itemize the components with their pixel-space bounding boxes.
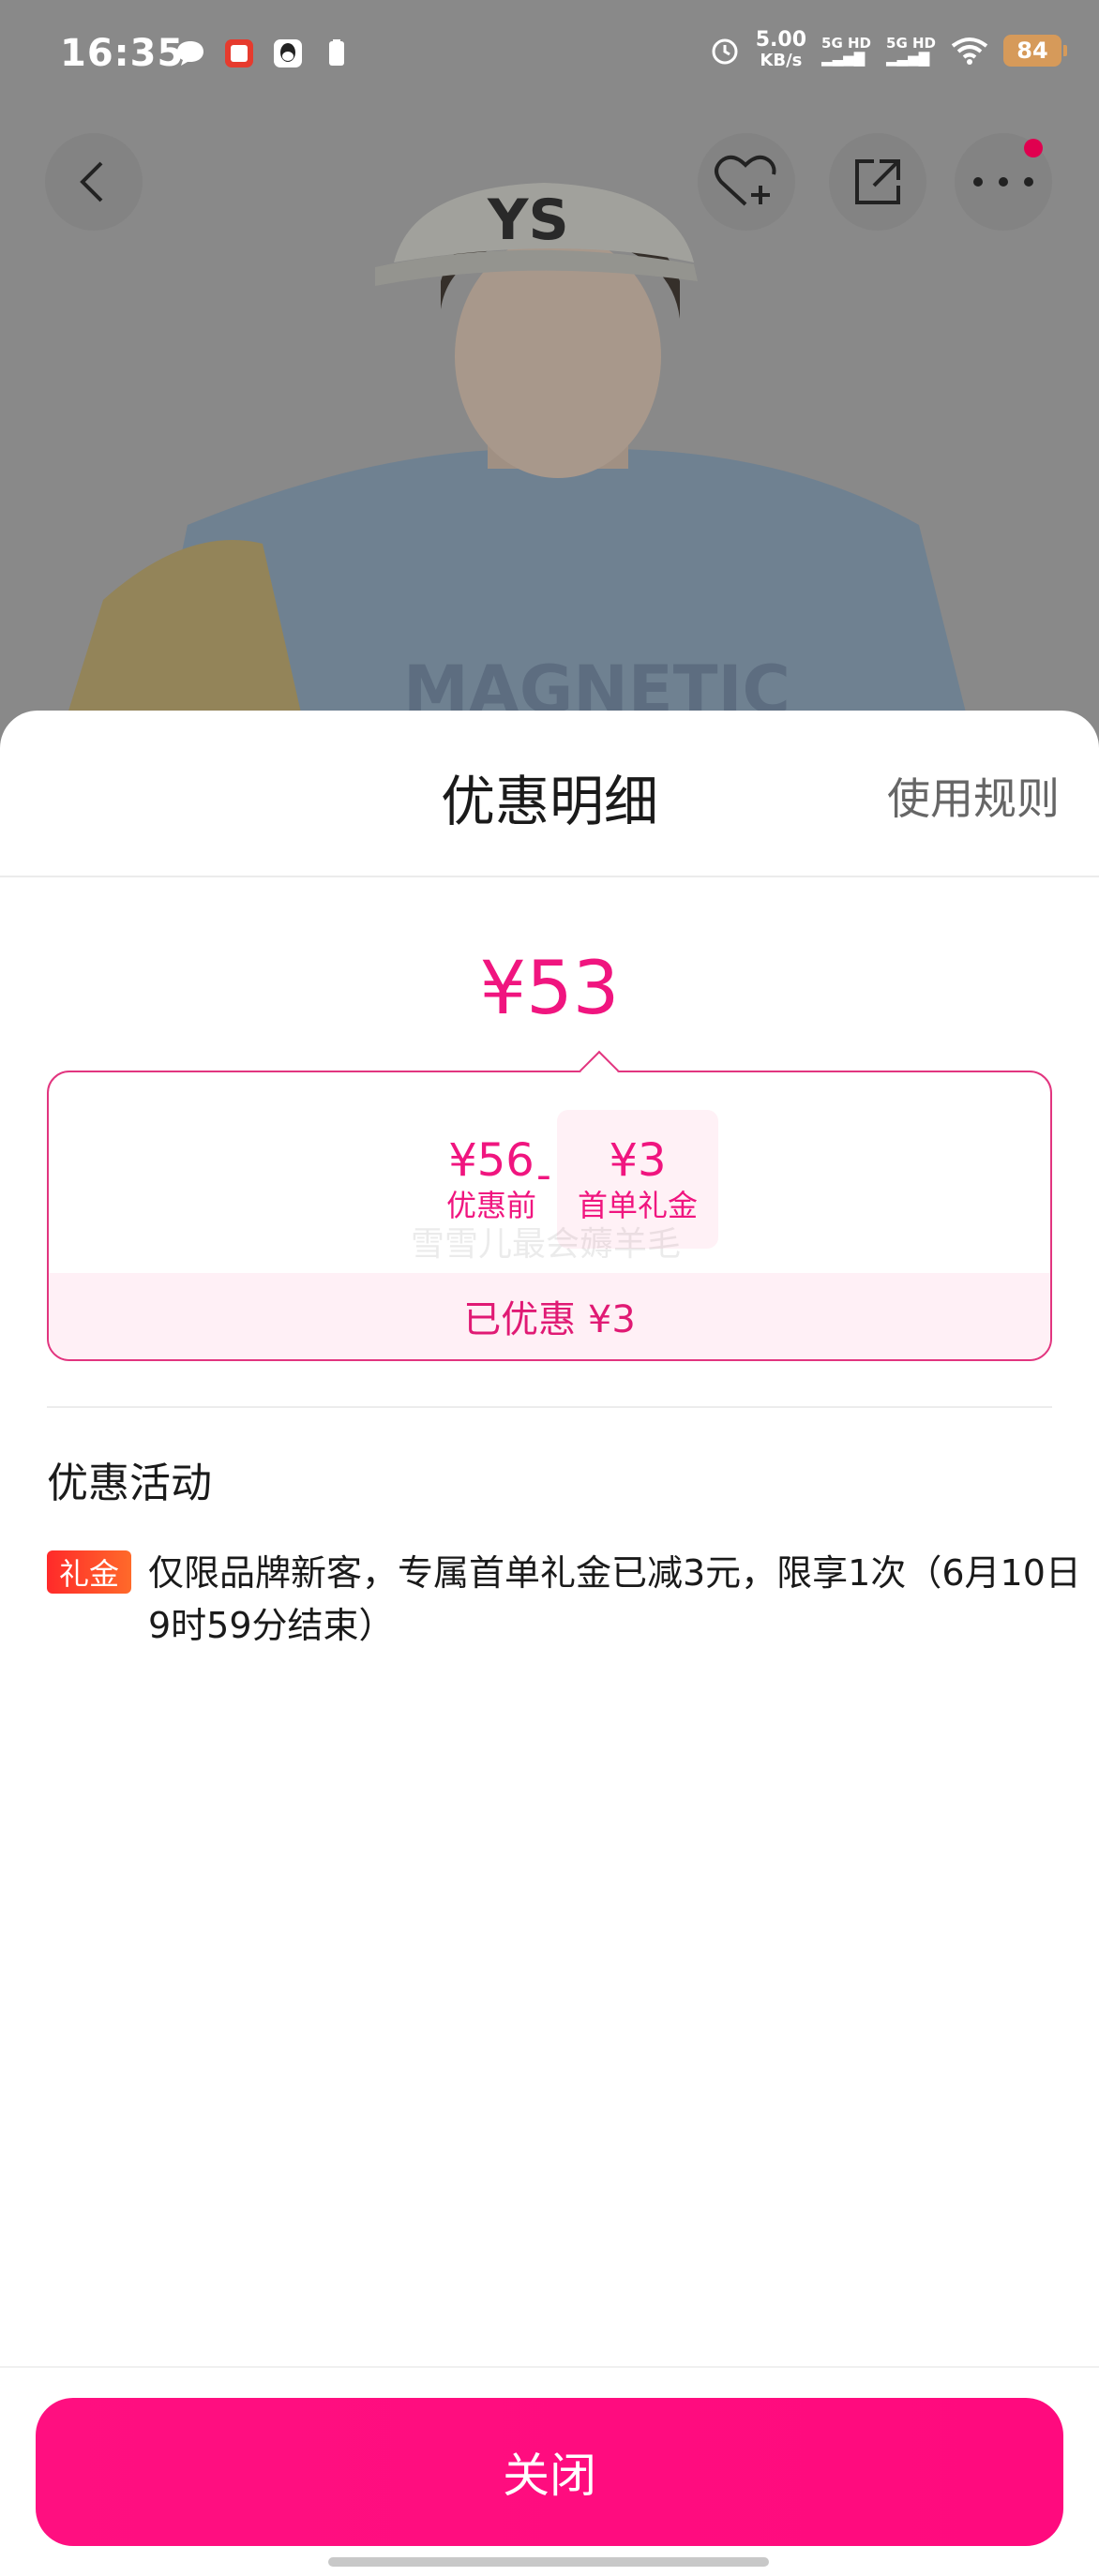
back-button[interactable] bbox=[45, 133, 143, 231]
coupon-inner: ¥3 首单礼金 bbox=[538, 1134, 737, 1224]
home-indicator[interactable] bbox=[328, 2557, 769, 2567]
signal-2: 5G HD ▂▃▅▇ bbox=[886, 36, 936, 66]
share-button[interactable] bbox=[829, 133, 926, 231]
battery-indicator: 84 bbox=[1003, 35, 1067, 67]
footer-divider bbox=[0, 2366, 1099, 2368]
net-speed: 5.00 KB/s bbox=[756, 30, 806, 71]
signal-1-bars: ▂▃▅▇ bbox=[821, 50, 866, 67]
battery-saver-icon bbox=[329, 39, 344, 66]
qq-icon bbox=[274, 39, 302, 67]
heart-add-icon bbox=[715, 155, 776, 206]
watermark: 雪雪儿最会薅羊毛 bbox=[410, 1225, 681, 1264]
net-speed-value: 5.00 bbox=[755, 28, 807, 52]
app-icon bbox=[225, 39, 253, 67]
favorite-button[interactable] bbox=[698, 133, 795, 231]
usage-rules-link[interactable]: 使用规则 bbox=[887, 765, 1060, 827]
status-bar: 16:35 5.00 KB/s 5G HD ▂▃▅▇ 5G HD ▂▃▅▇ 84 bbox=[0, 0, 1099, 112]
wifi-icon bbox=[951, 37, 988, 65]
gift-money-tag: 礼金 bbox=[47, 1550, 131, 1594]
activity-section-title: 优惠活动 bbox=[47, 1460, 212, 1507]
signal-2-label: 5G HD bbox=[886, 35, 936, 52]
final-price: ¥53 bbox=[479, 947, 620, 1031]
notification-icons bbox=[174, 37, 353, 69]
image-dim-overlay bbox=[0, 0, 1099, 750]
discount-detail-sheet: 优惠明细 使用规则 ¥53 ¥56 优惠前 - ¥3 首单礼金 雪雪儿最会薅羊毛… bbox=[0, 711, 1099, 2576]
back-arrow-icon bbox=[80, 161, 103, 202]
product-image: YS MAGNETIC bbox=[0, 0, 1099, 750]
share-icon bbox=[855, 159, 900, 204]
breakdown-notch bbox=[579, 1050, 620, 1091]
close-button[interactable]: 关闭 bbox=[36, 2398, 1063, 2546]
message-icon bbox=[177, 41, 203, 66]
status-right: 5.00 KB/s 5G HD ▂▃▅▇ 5G HD ▂▃▅▇ 84 bbox=[709, 30, 1067, 71]
signal-2-bars: ▂▃▅▇ bbox=[886, 50, 930, 67]
notification-dot bbox=[1024, 139, 1043, 157]
activity-description: 仅限品牌新客，专属首单礼金已减3元，限享1次（6月10日9时59分结束） bbox=[148, 1552, 1081, 1646]
net-speed-unit: KB/s bbox=[760, 51, 803, 70]
more-button[interactable] bbox=[955, 133, 1052, 231]
sheet-header: 优惠明细 使用规则 bbox=[0, 711, 1099, 877]
coupon-amount: ¥3 bbox=[609, 1134, 667, 1187]
saved-amount-bar: 已优惠 ¥3 bbox=[49, 1273, 1050, 1359]
signal-1-label: 5G HD bbox=[821, 35, 872, 52]
alarm-icon bbox=[712, 38, 738, 65]
more-icon bbox=[973, 177, 1033, 187]
signal-1: 5G HD ▂▃▅▇ bbox=[821, 36, 871, 66]
section-divider bbox=[47, 1406, 1052, 1408]
price-breakdown: ¥56 优惠前 - ¥3 首单礼金 雪雪儿最会薅羊毛 已优惠 ¥3 bbox=[47, 1050, 1052, 1361]
status-time: 16:35 bbox=[60, 32, 185, 75]
